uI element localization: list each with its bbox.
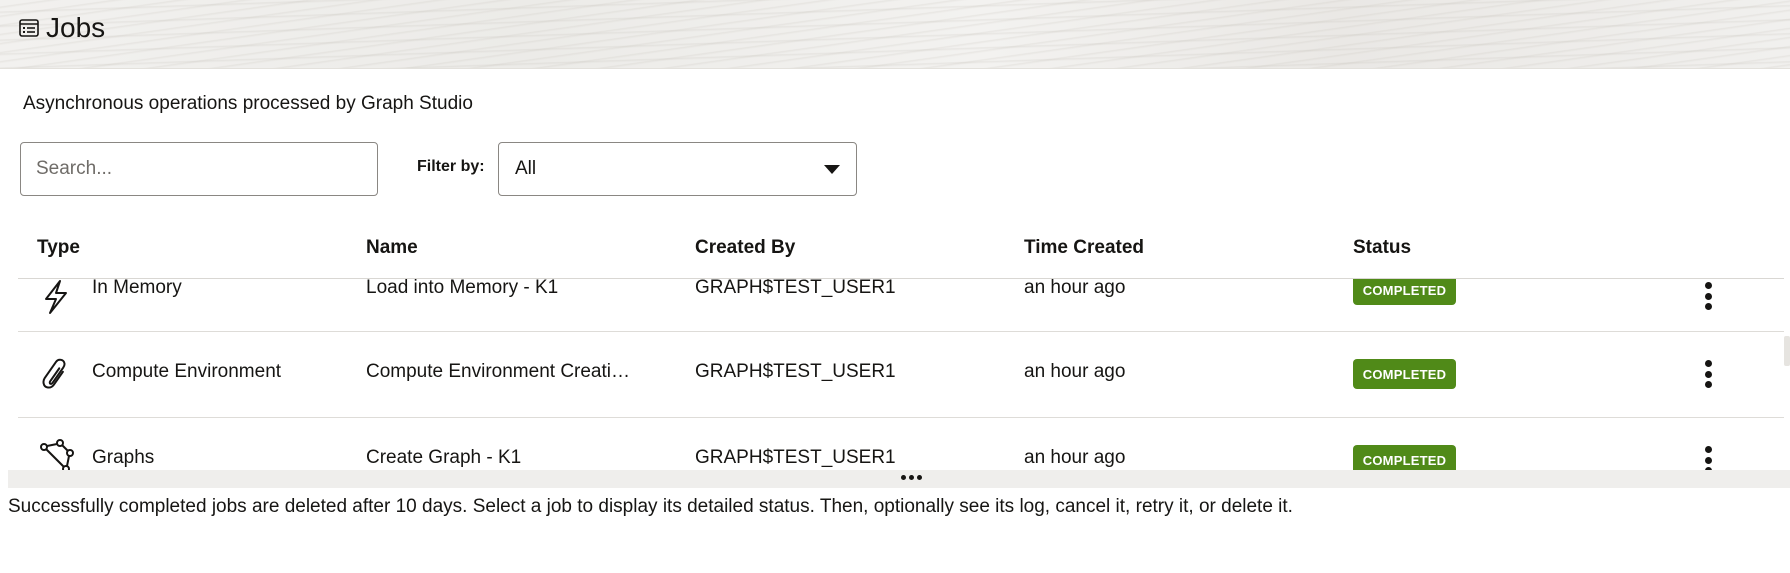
column-header-name[interactable]: Name	[366, 237, 418, 259]
drag-handle-icon	[901, 475, 922, 480]
filter-selected-value: All	[515, 158, 537, 179]
table-header: Type Name Created By Time Created Status	[18, 226, 1784, 279]
row-created-by: GRAPH$TEST_USER1	[695, 279, 896, 298]
row-name: Load into Memory - K1	[366, 279, 559, 298]
status-badge: COMPLETED	[1353, 359, 1456, 389]
row-type: In Memory	[92, 279, 182, 298]
row-type: Graphs	[92, 447, 155, 468]
jobs-list-icon	[18, 17, 40, 39]
table-scrollbar[interactable]	[1784, 336, 1790, 366]
column-header-time-created[interactable]: Time Created	[1024, 237, 1144, 259]
graph-nodes-icon	[36, 437, 76, 471]
row-name: Compute Environment Creati…	[366, 361, 630, 382]
table-row[interactable]: Compute Environment Compute Environment …	[18, 331, 1784, 418]
page-header: Jobs	[0, 0, 1790, 69]
page-title-group: Jobs	[18, 12, 105, 44]
row-created-by: GRAPH$TEST_USER1	[695, 361, 896, 382]
row-name: Create Graph - K1	[366, 447, 522, 468]
row-actions-menu-icon[interactable]	[1698, 357, 1718, 391]
column-header-status[interactable]: Status	[1353, 237, 1411, 259]
paperclip-icon	[36, 353, 76, 393]
page-subtitle: Asynchronous operations processed by Gra…	[23, 93, 473, 114]
column-header-type[interactable]: Type	[37, 237, 80, 259]
table-row[interactable]: Graphs Create Graph - K1 GRAPH$TEST_USER…	[18, 417, 1784, 471]
row-time-created: an hour ago	[1024, 361, 1126, 382]
footer-note: Successfully completed jobs are deleted …	[8, 496, 1293, 517]
chevron-down-icon	[824, 164, 840, 174]
row-actions-menu-icon[interactable]	[1698, 443, 1718, 471]
status-badge: COMPLETED	[1353, 279, 1456, 305]
search-input[interactable]	[20, 142, 378, 196]
row-actions-menu-icon[interactable]	[1698, 279, 1718, 313]
jobs-table-body[interactable]: In Memory Load into Memory - K1 GRAPH$TE…	[18, 279, 1784, 471]
filter-label: Filter by:	[417, 158, 485, 175]
column-header-created-by[interactable]: Created By	[695, 237, 795, 259]
row-created-by: GRAPH$TEST_USER1	[695, 447, 896, 468]
table-row[interactable]: In Memory Load into Memory - K1 GRAPH$TE…	[18, 279, 1784, 332]
row-type: Compute Environment	[92, 361, 282, 382]
status-badge: COMPLETED	[1353, 445, 1456, 471]
page-title: Jobs	[46, 12, 106, 43]
panel-splitter[interactable]	[8, 470, 1790, 488]
row-time-created: an hour ago	[1024, 279, 1126, 298]
lightning-icon	[36, 279, 76, 317]
filter-select[interactable]: All	[498, 142, 857, 196]
row-time-created: an hour ago	[1024, 447, 1126, 468]
